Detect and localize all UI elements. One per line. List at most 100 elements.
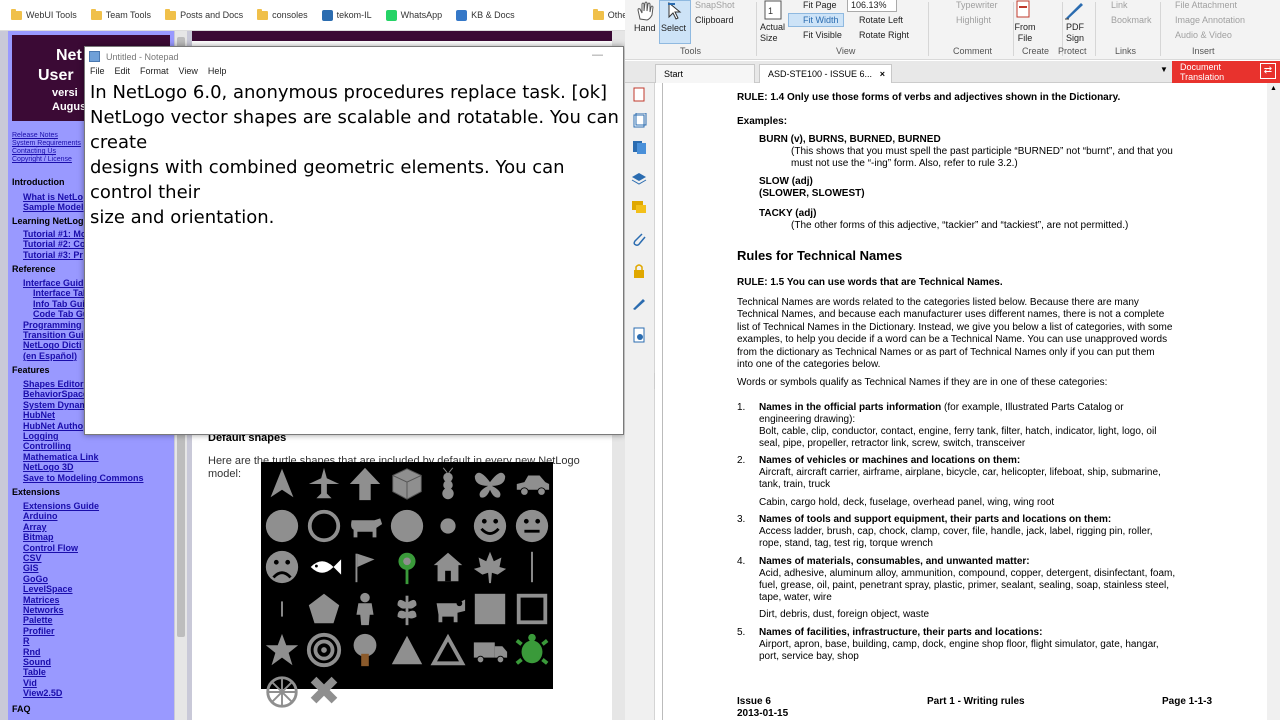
example-burn-note: must not use the “-ing” form. Also, refe… xyxy=(791,158,1018,169)
banner-line-1: Net xyxy=(56,47,82,64)
list-item-number: 4. xyxy=(737,556,746,567)
sidebar-link[interactable]: Bitmap xyxy=(23,532,54,542)
sidebar-link[interactable]: Mathematica Link xyxy=(23,452,99,462)
sidebar-link[interactable]: HubNet Autho xyxy=(23,421,83,431)
list-item-number: 5. xyxy=(737,627,746,638)
minimize-icon[interactable]: — xyxy=(592,49,603,61)
list-item-line: port, service bay, shop xyxy=(759,650,859,662)
notepad-menu-item[interactable]: Edit xyxy=(115,66,131,80)
body-paragraph-line: Technical Names, and because each manufa… xyxy=(737,309,1165,321)
turtle-icon xyxy=(512,630,552,670)
sidebar-link[interactable]: BehaviorSpace xyxy=(23,389,88,399)
bookmark-item[interactable]: Posts and Docs xyxy=(158,0,250,31)
plant-icon xyxy=(387,589,427,629)
notepad-menu-item[interactable]: Help xyxy=(208,66,227,80)
sidebar-link[interactable]: Tutorial #2: Co xyxy=(23,239,85,249)
list-item-heading: Names of tools and support equipment, th… xyxy=(759,514,1111,526)
example-burn-heading: BURN (v), BURNS, BURNED, BURNED xyxy=(759,134,941,145)
notepad-menu-item[interactable]: File xyxy=(90,66,105,80)
sidebar-link[interactable]: Rnd xyxy=(23,647,41,657)
example-slow-forms: (SLOWER, SLOWEST) xyxy=(759,188,865,199)
sidebar-link[interactable]: Programming xyxy=(23,320,82,330)
notepad-window: Untitled - Notepad — File Edit Format View H… xyxy=(84,46,624,435)
folder-icon xyxy=(90,8,102,20)
banner-line-3: versi xyxy=(52,87,78,99)
sidebar-link[interactable]: NetLogo Dicti xyxy=(23,340,82,350)
bookmark-item[interactable]: WhatsApp xyxy=(379,0,450,31)
sidebar-link[interactable]: Logging xyxy=(23,431,59,441)
cow-icon xyxy=(345,506,385,546)
list-item-heading-rest: (for example, Illustrated Parts Catalog … xyxy=(941,402,1124,413)
sheep-icon xyxy=(428,589,468,629)
sidebar-link[interactable]: Tutorial #1: Mo xyxy=(23,229,86,239)
sidebar-link[interactable]: Sound xyxy=(23,657,51,667)
sidebar-link[interactable]: Matrices xyxy=(23,595,60,605)
sidebar-link[interactable]: Save to Modeling Commons xyxy=(23,473,144,483)
sidebar-link[interactable]: Palette xyxy=(23,615,53,625)
sidebar-link[interactable]: Controlling xyxy=(23,441,71,451)
list-item-heading-bold: Names in the official parts information xyxy=(759,402,942,413)
sidebar-link[interactable]: What is NetLo xyxy=(23,192,83,202)
dot-icon xyxy=(428,506,468,546)
folder-icon xyxy=(592,8,604,20)
whatsapp-icon xyxy=(385,9,397,21)
sidebar-link[interactable]: Sample Model xyxy=(23,202,84,212)
sidebar-link[interactable]: Tutorial #3: Pr xyxy=(23,250,83,260)
notepad-menu-item[interactable]: View xyxy=(179,66,198,80)
sidebar-link[interactable]: Control Flow xyxy=(23,543,78,553)
bookmark-item[interactable]: KB & Docs xyxy=(449,0,522,31)
flag-icon xyxy=(345,547,385,587)
sidebar-link[interactable]: Code Tab Gu xyxy=(33,309,88,319)
sidebar-link[interactable]: NetLogo 3D xyxy=(23,462,74,472)
bookmark-item[interactable]: tekom-IL xyxy=(315,0,379,31)
box-icon xyxy=(387,464,427,504)
sidebar-link[interactable]: System Dynam xyxy=(23,400,88,410)
content-header-bar xyxy=(192,31,612,41)
footer-part: Part 1 - Writing rules xyxy=(927,696,1025,707)
sidebar-link[interactable]: (en Español) xyxy=(23,351,77,361)
sidebar-link[interactable]: Vid xyxy=(23,678,37,688)
sidebar-link[interactable]: R xyxy=(23,636,30,646)
sidebar-link[interactable]: LevelSpace xyxy=(23,584,73,594)
section-title: Rules for Technical Names xyxy=(737,248,903,263)
sidebar-link[interactable]: Interface Guid xyxy=(23,278,84,288)
bookmark-item[interactable]: consoles xyxy=(250,0,315,31)
sidebar-link[interactable]: GoGo xyxy=(23,574,48,584)
list-item-heading: Names of vehicles or machines and locati… xyxy=(759,455,1020,467)
sidebar-link[interactable]: Array xyxy=(23,522,47,532)
sidebar-section-extensions: Extensions xyxy=(12,487,61,497)
face-happy-icon xyxy=(470,506,510,546)
bookmark-item[interactable]: Team Tools xyxy=(84,0,158,31)
sidebar-link[interactable]: Arduino xyxy=(23,511,58,521)
sidebar-link[interactable]: View2.5D xyxy=(23,688,62,698)
examples-label: Examples: xyxy=(737,116,788,127)
bookmark-item[interactable]: WebUI Tools xyxy=(4,0,84,31)
list-item-line: Cabin, cargo hold, deck, fuselage, overh… xyxy=(759,496,1055,508)
sidebar-link[interactable]: Table xyxy=(23,667,46,677)
sidebar-link[interactable]: Profiler xyxy=(23,626,55,636)
sidebar-section-faq: FAQ xyxy=(12,704,31,714)
list-item-number: 1. xyxy=(737,402,746,413)
sidebar-link[interactable]: HubNet xyxy=(23,410,55,420)
sidebar-link[interactable]: GIS xyxy=(23,563,39,573)
sidebar-link[interactable]: Interface Tab xyxy=(33,288,88,298)
example-tacky-heading: TACKY (adj) xyxy=(759,208,817,219)
sidebar-link[interactable]: Extensions Guide xyxy=(23,501,99,511)
list-item-heading-bold: Names of vehicles or machines and locati… xyxy=(759,455,1021,466)
list-item-heading-bold: Names of facilities, infrastructure, the… xyxy=(759,627,1043,638)
example-burn-note: (This shows that you must spell the past… xyxy=(791,146,1173,157)
banner-line-2: User xyxy=(38,67,74,84)
sidebar-link[interactable]: CSV xyxy=(23,553,42,563)
sidebar-link[interactable]: Shapes Editor xyxy=(23,379,84,389)
notepad-icon xyxy=(89,51,100,62)
footer-date: 2013-01-15 xyxy=(737,708,789,719)
sidebar-link[interactable]: Transition Gui xyxy=(23,330,84,340)
notepad-titlebar[interactable]: Untitled - Notepad xyxy=(85,47,623,66)
body-paragraph-line: list of Technical Names in the Dictionar… xyxy=(737,321,1173,333)
truck-icon xyxy=(470,630,510,670)
notepad-menu-item[interactable]: Format xyxy=(140,66,169,80)
sidebar-link[interactable]: Info Tab Gui xyxy=(33,299,85,309)
sidebar-link[interactable]: Networks xyxy=(23,605,64,615)
notepad-text-area[interactable]: In NetLogo 6.0, anonymous procedures rep… xyxy=(90,80,620,430)
folder-icon xyxy=(165,8,177,20)
